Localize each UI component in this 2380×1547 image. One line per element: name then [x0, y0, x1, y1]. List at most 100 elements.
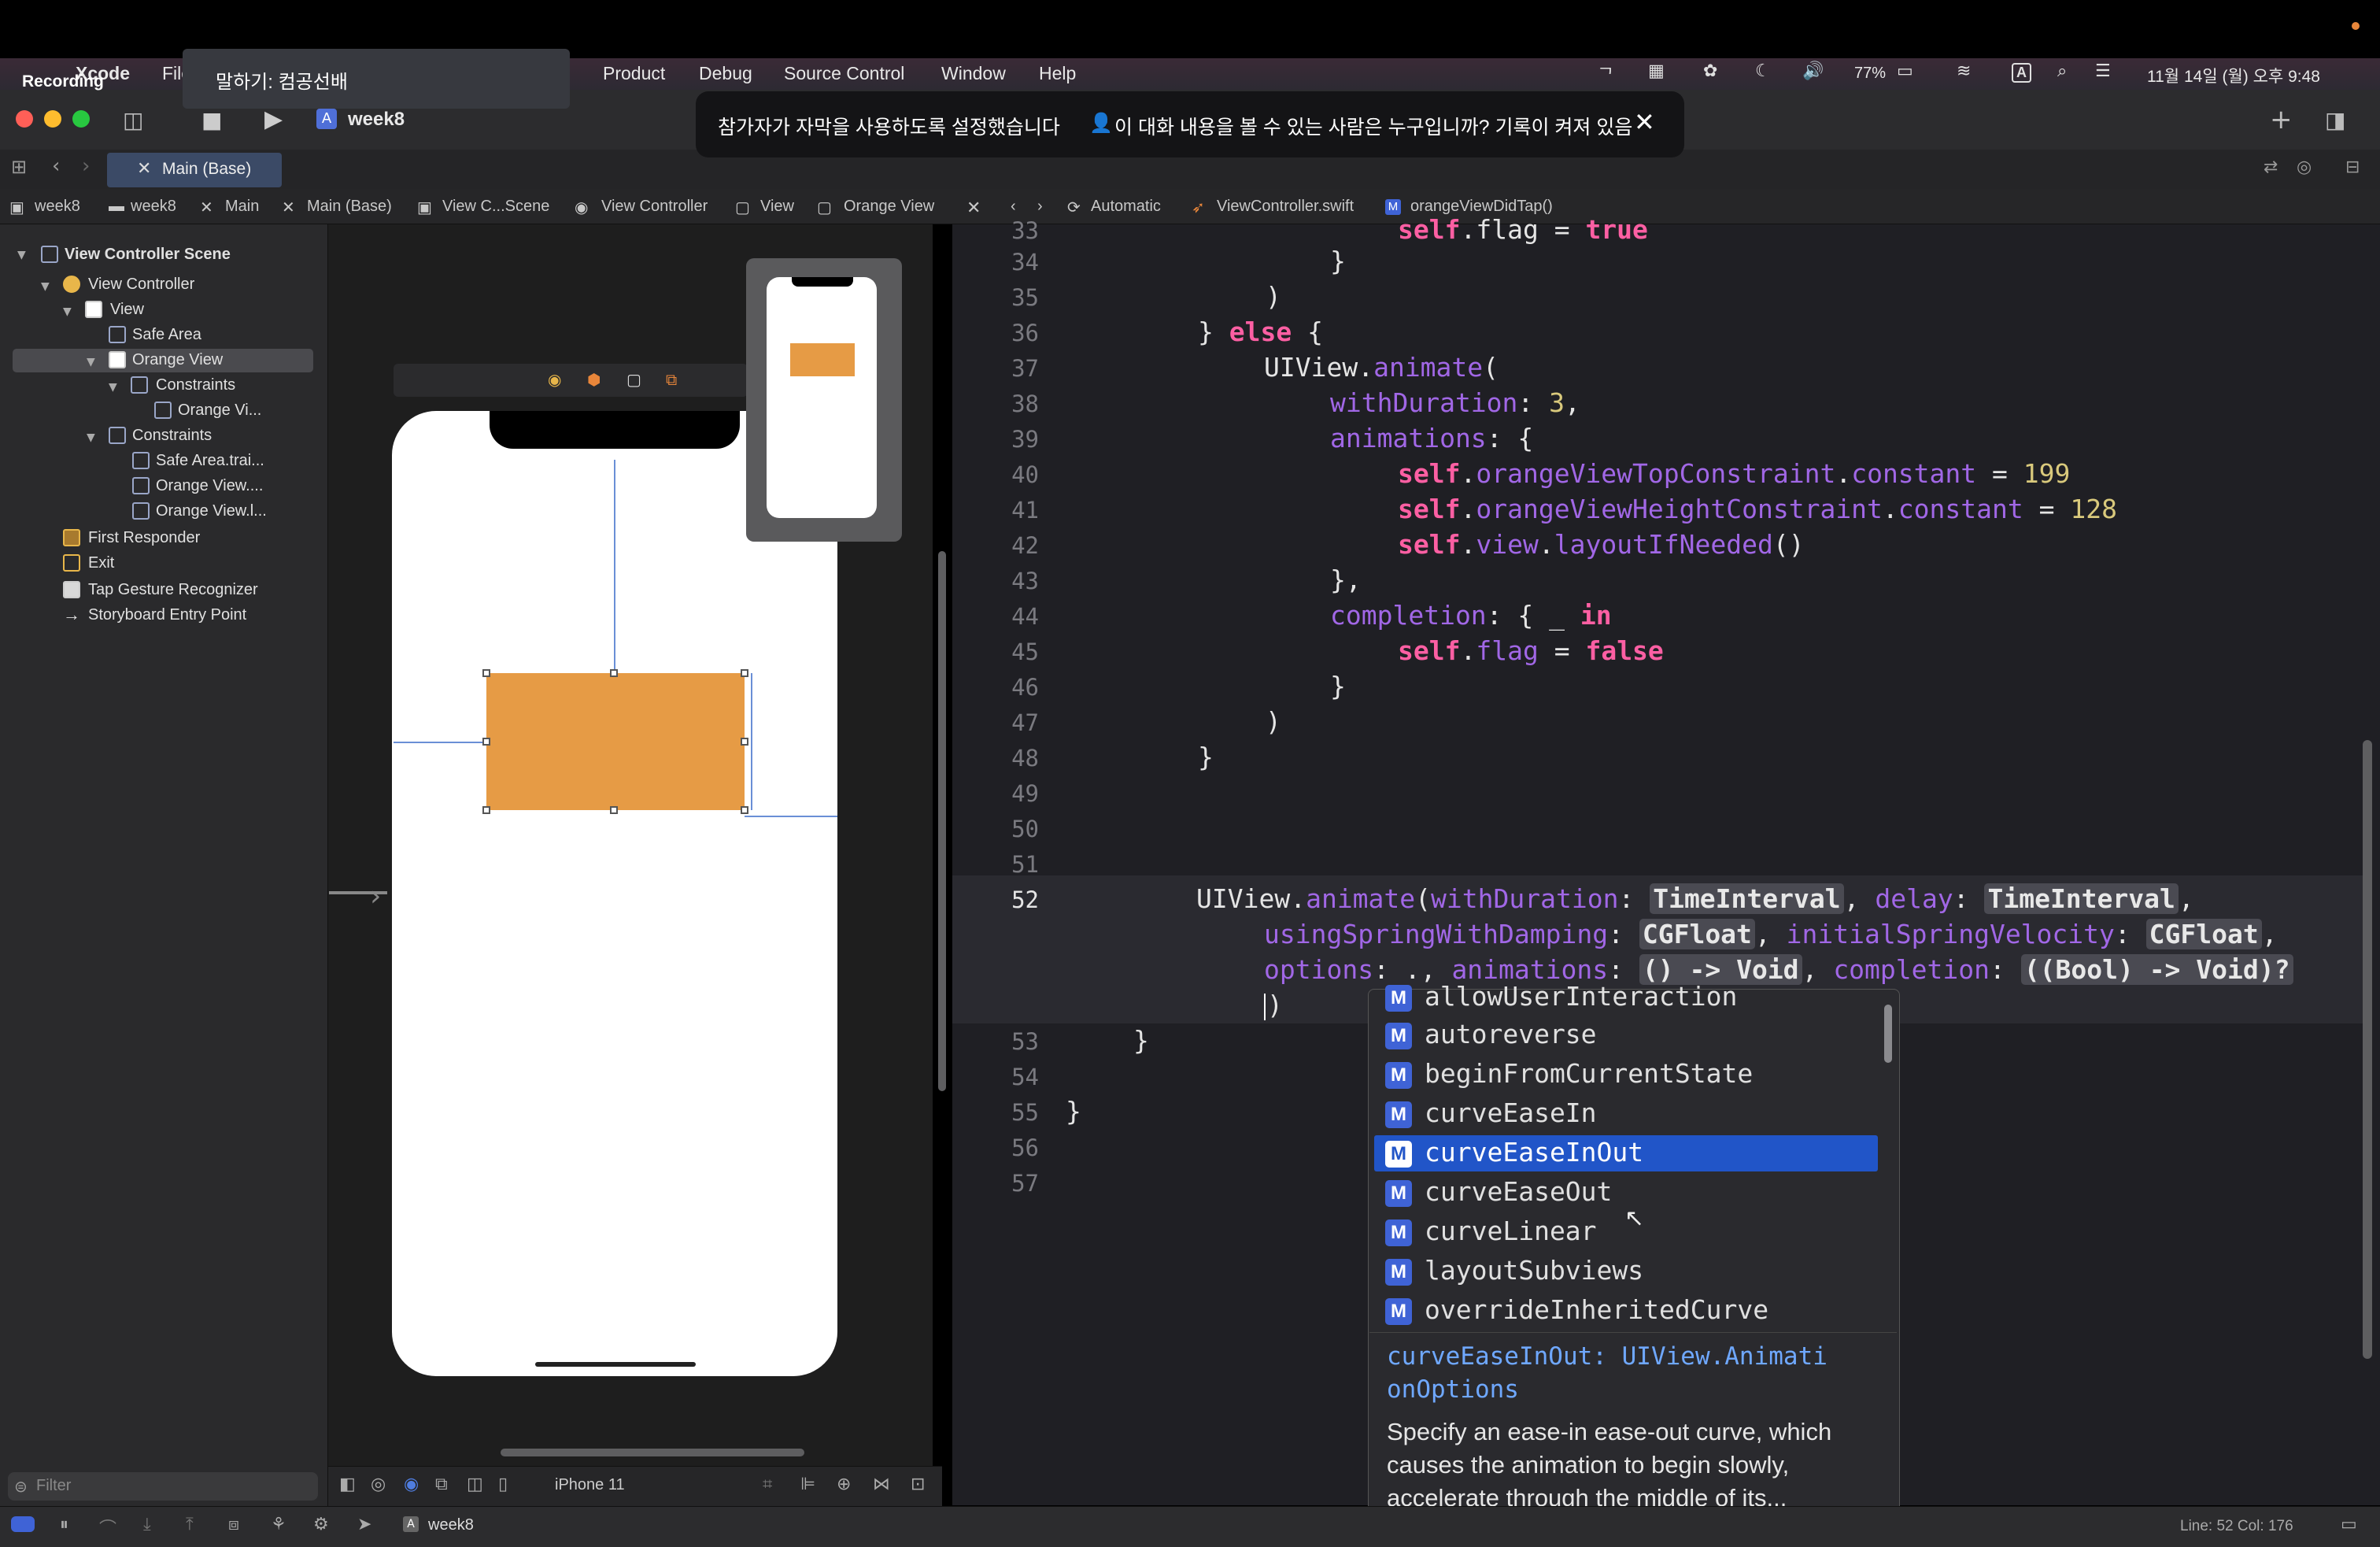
code-line-37[interactable]: UIView.animate( — [1264, 352, 1499, 383]
code-line-45[interactable]: self.flag = false — [1398, 635, 1664, 666]
scheme-name[interactable]: week8 — [348, 109, 405, 131]
code-line-38[interactable]: withDuration: 3, — [1330, 387, 1580, 418]
menu-window[interactable]: Window — [941, 63, 1006, 84]
completion-item[interactable]: McurveLinear — [1385, 1216, 1597, 1249]
exit-dock-icon[interactable]: ⧉ — [666, 370, 677, 389]
jumpbar-item[interactable]: View Controller — [601, 198, 708, 216]
outline-constraints[interactable]: Constraints — [156, 376, 235, 394]
embed-in-icon[interactable]: ⊡ — [911, 1475, 925, 1494]
code-line-34[interactable]: } — [1330, 246, 1346, 276]
resize-handle[interactable] — [610, 669, 618, 677]
stop-icon[interactable]: ■ — [201, 107, 222, 133]
resize-handle[interactable] — [482, 738, 490, 746]
grid-icon[interactable]: ⊞ — [11, 156, 27, 178]
code-line-44[interactable]: completion: { _ in — [1330, 600, 1612, 631]
disclosure-open-icon[interactable]: ▼ — [41, 280, 50, 293]
outline-constraint[interactable]: Safe Area.trai... — [156, 452, 264, 470]
outline-safe-area[interactable]: Safe Area — [132, 326, 201, 344]
completion-item[interactable]: McurveEaseOut — [1385, 1176, 1612, 1209]
gesture-dock-icon[interactable]: ▢ — [626, 370, 641, 389]
minimize-window-button[interactable] — [44, 110, 61, 128]
code-line-52-a[interactable]: UIView.animate(withDuration: TimeInterva… — [1196, 883, 2194, 914]
jumpbar-file[interactable]: ViewController.swift — [1217, 198, 1354, 216]
align-icon[interactable]: ⊫ — [800, 1475, 815, 1494]
outline-exit[interactable]: Exit — [88, 554, 114, 572]
code-line-43[interactable]: }, — [1330, 564, 1362, 595]
step-over-icon[interactable]: ⌒ — [99, 1515, 116, 1540]
trailing-constraint-line[interactable] — [745, 816, 837, 817]
resize-handle[interactable] — [610, 806, 618, 814]
outline-first-responder[interactable]: First Responder — [88, 529, 200, 547]
device-icon[interactable]: ▯ — [498, 1475, 508, 1494]
outline-scene[interactable]: View Controller Scene — [65, 246, 231, 264]
disclosure-open-icon[interactable]: ▼ — [87, 431, 95, 444]
code-line-46[interactable]: } — [1330, 671, 1346, 701]
jumpbar-item[interactable]: week8 — [35, 198, 80, 216]
leading-constraint-line[interactable] — [394, 742, 486, 743]
resize-handle[interactable] — [741, 806, 748, 814]
update-frames-icon[interactable]: ⌗ — [763, 1475, 772, 1494]
menu-debug[interactable]: Debug — [699, 63, 752, 84]
completion-item[interactable]: MlayoutSubviews — [1385, 1255, 1643, 1288]
code-line-39[interactable]: animations: { — [1330, 423, 1533, 453]
height-constraint-line[interactable] — [751, 673, 752, 810]
jumpbar-item[interactable]: Orange View — [844, 198, 934, 216]
code-line-40[interactable]: self.orangeViewTopConstraint.constant = … — [1398, 458, 2070, 489]
location-icon[interactable]: ➤ — [357, 1515, 371, 1534]
jumpbar-item[interactable]: Main — [225, 198, 259, 216]
placeholder-token[interactable]: TimeInterval — [1984, 883, 2179, 914]
code-line-47[interactable]: ) — [1266, 706, 1281, 737]
accessibility-icon[interactable]: ◉ — [404, 1475, 419, 1494]
korean-input-icon[interactable]: ᄀ — [1598, 61, 1613, 87]
pause-icon[interactable]: ⏸ — [60, 1515, 68, 1534]
resize-handle[interactable] — [482, 669, 490, 677]
code-line-52-d[interactable]: ) — [1267, 990, 1283, 1020]
outline-entry-point[interactable]: Storyboard Entry Point — [88, 606, 246, 624]
outline-view[interactable]: View — [110, 301, 144, 319]
canvas-options-icon[interactable]: ◎ — [2297, 157, 2312, 177]
grid-app-icon[interactable]: ▦ — [1648, 61, 1665, 81]
canvas-vertical-scrollbar[interactable] — [938, 551, 946, 1091]
jumpbar-method[interactable]: orangeViewDidTap() — [1410, 198, 1553, 216]
disclosure-open-icon[interactable]: ▼ — [109, 381, 117, 394]
completion-item[interactable]: MallowUserInteraction — [1385, 981, 1737, 1014]
environment-icon[interactable]: ⚙ — [313, 1515, 329, 1534]
zoom-window-button[interactable] — [72, 110, 90, 128]
outline-constraints[interactable]: Constraints — [132, 427, 212, 445]
placeholder-token[interactable]: TimeInterval — [1650, 883, 1844, 914]
placeholder-token[interactable]: ((Bool) -> Void)? — [2020, 954, 2293, 985]
canvas-horizontal-scrollbar[interactable] — [501, 1449, 804, 1456]
code-line-33[interactable]: self.flag = true — [1398, 214, 1648, 245]
assistant-forward-icon[interactable]: › — [1037, 198, 1043, 216]
first-responder-dock-icon[interactable]: ⬢ — [587, 370, 601, 389]
run-icon[interactable]: ▶ — [264, 105, 283, 133]
disclosure-open-icon[interactable]: ▼ — [87, 356, 95, 368]
resize-handle[interactable] — [741, 669, 748, 677]
do-not-disturb-icon[interactable]: ☾ — [1755, 61, 1771, 81]
completion-item[interactable]: McurveEaseIn — [1385, 1097, 1597, 1131]
resize-handle[interactable] — [482, 806, 490, 814]
control-center-icon[interactable]: ☰ — [2095, 61, 2111, 81]
swap-editor-icon[interactable]: ⇄ — [2264, 157, 2278, 177]
jumpbar-item[interactable]: View — [760, 198, 794, 216]
code-line-41[interactable]: self.orangeViewHeightConstraint.constant… — [1398, 494, 2117, 524]
appearance-icon[interactable]: ◎ — [371, 1475, 386, 1494]
outline-constraint[interactable]: Orange View.l... — [156, 502, 267, 520]
add-constraints-icon[interactable]: ⊕ — [837, 1475, 851, 1494]
code-line-55[interactable]: } — [1066, 1096, 1081, 1127]
add-icon[interactable]: + — [2270, 104, 2293, 135]
memory-graph-icon[interactable]: ⚘ — [271, 1515, 286, 1534]
code-line-52-b[interactable]: usingSpringWithDamping: CGFloat, initial… — [1264, 919, 2278, 949]
caption-privacy-link[interactable]: 이 대화 내용을 볼 수 있는 사람은 누구입니까? 기록이 켜져 있음 — [1114, 112, 1632, 140]
jumpbar-item[interactable]: week8 — [131, 198, 176, 216]
menu-help[interactable]: Help — [1039, 63, 1076, 84]
sync-icon[interactable]: ✿ — [1703, 61, 1717, 81]
resolve-issues-icon[interactable]: ⋈ — [873, 1475, 890, 1494]
spotlight-search-icon[interactable]: ⌕ — [2057, 61, 2067, 81]
tab-main-base[interactable]: ✕ Main (Base) — [107, 153, 282, 187]
outline-filter-field[interactable]: ⊜ Filter — [8, 1472, 318, 1501]
completion-scrollbar[interactable] — [1884, 1005, 1892, 1063]
split-editor-icon[interactable]: ⊟ — [2345, 157, 2360, 177]
orange-view[interactable] — [486, 673, 745, 810]
console-toggle-icon[interactable]: ▭ — [2341, 1515, 2357, 1534]
